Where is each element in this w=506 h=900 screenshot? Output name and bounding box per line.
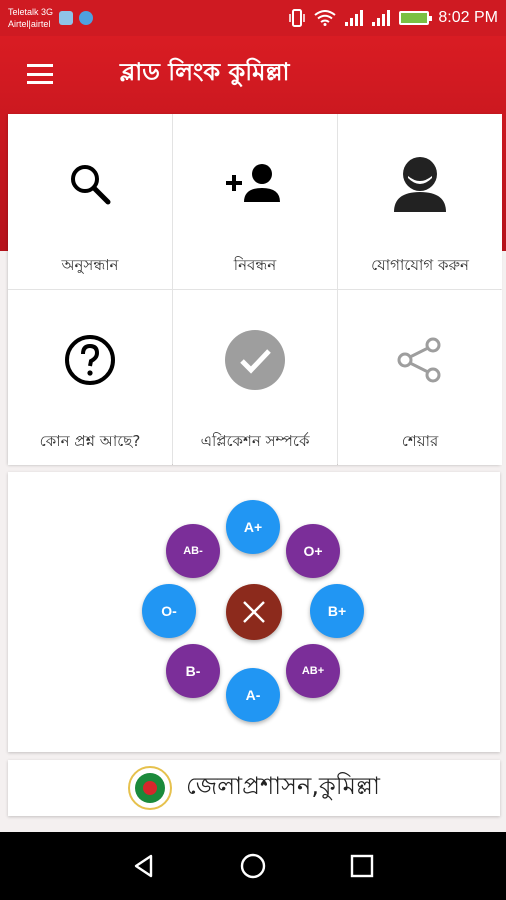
- blood-group-b-pos-button[interactable]: B+: [310, 584, 364, 638]
- battery-icon: [399, 11, 433, 25]
- recents-icon: [350, 854, 373, 878]
- contact-avatar-icon: [394, 157, 446, 212]
- message-notification-icon: [79, 11, 94, 25]
- carrier-2: Airtel|airtel: [8, 19, 51, 29]
- footer-card: জেলাপ্রশাসন,কুমিল্লা: [8, 760, 500, 816]
- image-notification-icon: [59, 11, 74, 25]
- status-bar: Teletalk 3G Airtel|airtel 8:02 PM: [0, 0, 506, 36]
- blood-group-card: A+ O+ B+ AB+ A- B- O- AB-: [8, 472, 500, 752]
- add-person-icon: [226, 164, 280, 202]
- blood-group-a-pos-button[interactable]: A+: [226, 500, 280, 554]
- carrier-info: Teletalk 3G Airtel|airtel: [8, 6, 53, 30]
- back-icon: [135, 854, 153, 878]
- share-icon: [397, 337, 441, 383]
- close-menu-button[interactable]: [226, 584, 282, 640]
- blood-group-a-neg-button[interactable]: A-: [226, 668, 280, 722]
- about-tile[interactable]: এপ্লিকেশন সম্পর্কে: [173, 290, 337, 465]
- search-tile[interactable]: অনুসন্ধান: [8, 114, 172, 289]
- close-icon: [243, 601, 265, 623]
- feature-grid: অনুসন্ধান নিবন্ধন যোগাযোগ করুন কোন প্রশ্…: [8, 114, 502, 465]
- share-label: শেয়ার: [401, 432, 439, 450]
- blood-group-o-pos-button[interactable]: O+: [286, 524, 340, 578]
- search-icon: [71, 165, 111, 205]
- app-title: ব্লাড লিংক কুমিল্লা: [120, 58, 290, 86]
- signal-icon-2: [372, 10, 391, 26]
- toolbar: ব্লাড লিংক কুমিল্লা: [0, 36, 506, 112]
- share-tile[interactable]: শেয়ার: [338, 290, 502, 465]
- navigation-bar: [0, 832, 506, 900]
- signal-icon-1: [345, 10, 364, 26]
- contact-tile[interactable]: যোগাযোগ করুন: [338, 114, 502, 289]
- back-button[interactable]: [124, 846, 164, 886]
- wifi-icon: [314, 10, 337, 26]
- faq-label: কোন প্রশ্ন আছে?: [39, 432, 141, 450]
- registration-tile[interactable]: নিবন্ধন: [173, 114, 337, 289]
- blood-group-b-neg-button[interactable]: B-: [166, 644, 220, 698]
- status-left: Teletalk 3G Airtel|airtel: [8, 6, 94, 30]
- registration-label: নিবন্ধন: [233, 256, 277, 274]
- home-icon: [240, 853, 266, 879]
- search-label: অনুসন্ধান: [61, 256, 119, 274]
- menu-icon: [27, 64, 53, 84]
- status-right: 8:02 PM: [289, 9, 498, 27]
- faq-tile[interactable]: কোন প্রশ্ন আছে?: [8, 290, 172, 465]
- about-label: এপ্লিকেশন সম্পর্কে: [200, 432, 310, 450]
- clock: 8:02 PM: [438, 9, 498, 26]
- carrier-1: Teletalk 3G: [8, 7, 54, 17]
- government-seal-icon: [128, 766, 173, 810]
- blood-group-ab-neg-button[interactable]: AB-: [166, 524, 220, 578]
- footer-text: জেলাপ্রশাসন,কুমিল্লা: [186, 772, 380, 800]
- contact-label: যোগাযোগ করুন: [371, 256, 469, 274]
- help-circle-icon: [65, 335, 115, 385]
- blood-group-o-neg-button[interactable]: O-: [142, 584, 196, 638]
- vibrate-icon: [289, 9, 306, 27]
- recents-button[interactable]: [342, 846, 382, 886]
- check-circle-icon: [225, 330, 285, 390]
- blood-group-ab-pos-button[interactable]: AB+: [286, 644, 340, 698]
- menu-button[interactable]: [0, 36, 80, 112]
- home-button[interactable]: [233, 846, 273, 886]
